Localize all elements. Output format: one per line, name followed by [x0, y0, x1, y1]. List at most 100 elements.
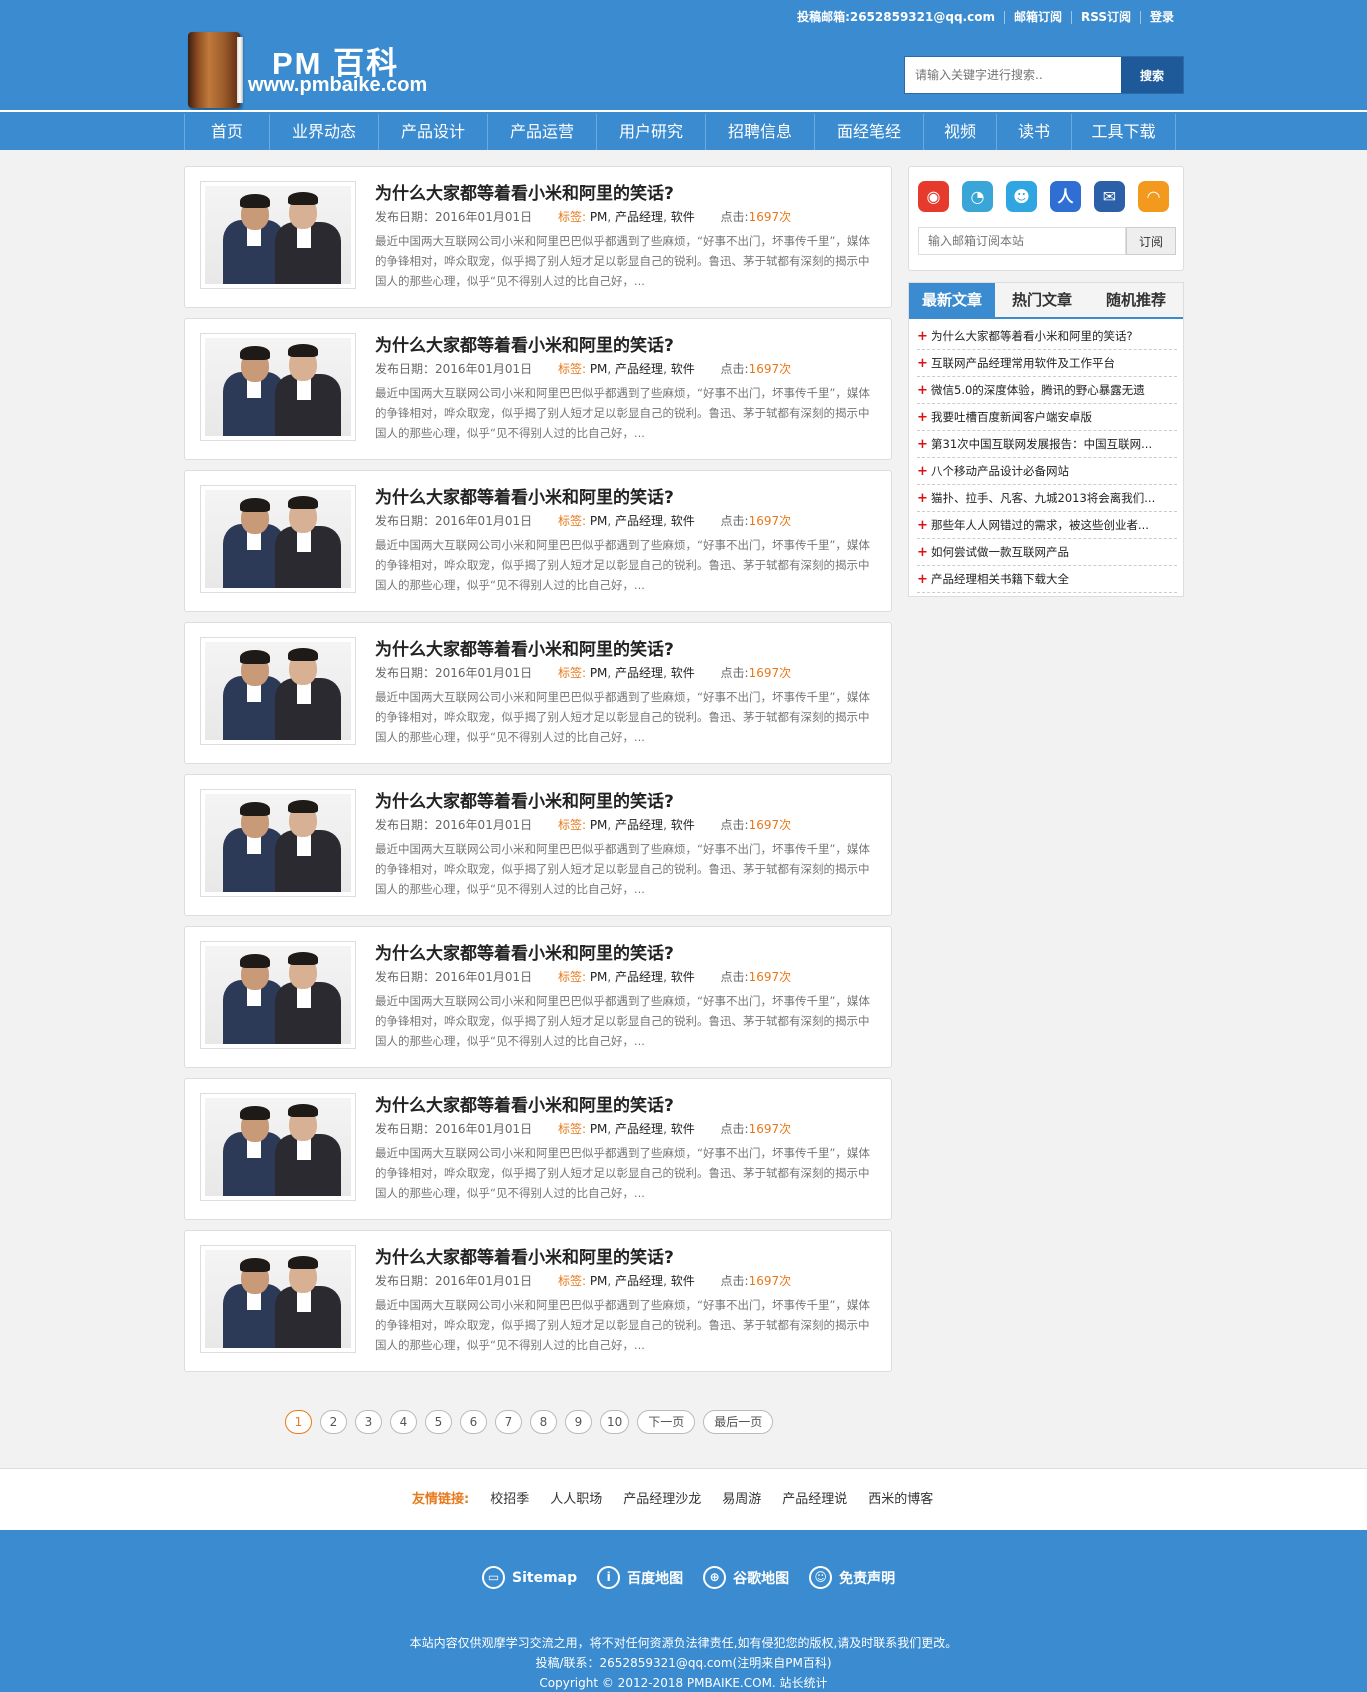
article-title[interactable]: 为什么大家都等着看小米和阿里的笑话? [375, 635, 674, 660]
article-tag[interactable]: 软件 [671, 1274, 695, 1288]
friend-link[interactable]: 校招季 [490, 1469, 529, 1531]
contribute-email-link[interactable]: 投稿邮箱:2652859321@qq.com [788, 11, 1005, 24]
article-tag[interactable]: PM [590, 1274, 608, 1288]
article-tag[interactable]: PM [590, 970, 608, 984]
renren-icon[interactable]: 人 [1050, 181, 1081, 212]
article-tag[interactable]: 软件 [671, 514, 695, 528]
email-icon[interactable]: ✉ [1094, 181, 1125, 212]
tab-random[interactable]: 随机推荐 [1089, 283, 1183, 317]
search-button[interactable]: 搜索 [1121, 57, 1183, 93]
tencent-weibo-icon[interactable]: ◔ [962, 181, 993, 212]
friend-link[interactable]: 产品经理沙龙 [623, 1469, 701, 1531]
article-tag[interactable]: 产品经理 [615, 210, 663, 224]
nav-item-interview[interactable]: 面经笔经 [814, 114, 923, 150]
article-title[interactable]: 为什么大家都等着看小米和阿里的笑话? [375, 939, 674, 964]
article-title[interactable]: 为什么大家都等着看小米和阿里的笑话? [375, 1091, 674, 1116]
footer-disclaimer-link[interactable]: ☺ 免责声明 [809, 1566, 895, 1589]
article-thumbnail[interactable] [200, 485, 356, 593]
nav-item-video[interactable]: 视频 [923, 114, 996, 150]
footer-google-map-link[interactable]: ⊕ 谷歌地图 [703, 1566, 789, 1589]
article-tag[interactable]: PM [590, 362, 608, 376]
article-thumbnail[interactable] [200, 1245, 356, 1353]
article-tag[interactable]: PM [590, 1122, 608, 1136]
nav-item-user-research[interactable]: 用户研究 [596, 114, 705, 150]
page-5-button[interactable]: 5 [425, 1410, 452, 1434]
footer-sitemap-link[interactable]: ▭ Sitemap [482, 1566, 577, 1589]
article-title[interactable]: 为什么大家都等着看小米和阿里的笑话? [375, 787, 674, 812]
nav-item-industry-news[interactable]: 业界动态 [269, 114, 378, 150]
site-logo[interactable]: PM 百科 www.pmbaike.com [188, 30, 448, 110]
page-3-button[interactable]: 3 [355, 1410, 382, 1434]
article-thumbnail[interactable] [200, 789, 356, 897]
article-title[interactable]: 为什么大家都等着看小米和阿里的笑话? [375, 331, 674, 356]
article-tag[interactable]: 软件 [671, 210, 695, 224]
nav-item-tools[interactable]: 工具下载 [1071, 114, 1176, 150]
article-tag[interactable]: 软件 [671, 362, 695, 376]
qq-icon[interactable]: ☻ [1006, 181, 1037, 212]
article-thumbnail[interactable] [200, 181, 356, 289]
friend-link[interactable]: 西米的博客 [868, 1469, 933, 1531]
page-1-button[interactable]: 1 [285, 1410, 312, 1434]
list-item[interactable]: 微信5.0的深度体验，腾讯的野心暴露无遗 [917, 377, 1177, 404]
article-tag[interactable]: 产品经理 [615, 1274, 663, 1288]
article-tag[interactable]: 软件 [671, 818, 695, 832]
page-4-button[interactable]: 4 [390, 1410, 417, 1434]
nav-item-home[interactable]: 首页 [184, 114, 269, 150]
list-item[interactable]: 第31次中国互联网发展报告：中国互联网... [917, 431, 1177, 458]
list-item[interactable]: 如何尝试做一款互联网产品 [917, 539, 1177, 566]
list-item[interactable]: 八个移动产品设计必备网站 [917, 458, 1177, 485]
list-item[interactable]: 猫扑、拉手、凡客、九城2013将会离我们... [917, 485, 1177, 512]
article-tag[interactable]: 产品经理 [615, 666, 663, 680]
nav-item-jobs[interactable]: 招聘信息 [705, 114, 814, 150]
rss-subscribe-link[interactable]: RSS订阅 [1072, 11, 1141, 24]
page-9-button[interactable]: 9 [565, 1410, 592, 1434]
article-tag[interactable]: 软件 [671, 970, 695, 984]
page-2-button[interactable]: 2 [320, 1410, 347, 1434]
article-tag[interactable]: 产品经理 [615, 1122, 663, 1136]
article-title[interactable]: 为什么大家都等着看小米和阿里的笑话? [375, 1243, 674, 1268]
article-tag[interactable]: 软件 [671, 1122, 695, 1136]
email-subscribe-link[interactable]: 邮箱订阅 [1005, 11, 1072, 24]
article-title[interactable]: 为什么大家都等着看小米和阿里的笑话? [375, 483, 674, 508]
subscribe-email-input[interactable] [918, 227, 1126, 255]
nav-item-books[interactable]: 读书 [996, 114, 1071, 150]
article-thumbnail[interactable] [200, 1093, 356, 1201]
article-tag[interactable]: 软件 [671, 666, 695, 680]
search-input[interactable] [905, 57, 1121, 93]
subscribe-button[interactable]: 订阅 [1126, 227, 1176, 255]
friend-link[interactable]: 人人职场 [550, 1469, 602, 1531]
list-item[interactable]: 产品经理相关书籍下载大全 [917, 566, 1177, 593]
list-item[interactable]: 那些年人人网错过的需求，被这些创业者... [917, 512, 1177, 539]
article-tag[interactable]: PM [590, 210, 608, 224]
footer-baidu-map-link[interactable]: i 百度地图 [597, 1566, 683, 1589]
list-item[interactable]: 互联网产品经理常用软件及工作平台 [917, 350, 1177, 377]
article-tag[interactable]: 产品经理 [615, 362, 663, 376]
nav-item-product-operation[interactable]: 产品运营 [487, 114, 596, 150]
login-link[interactable]: 登录 [1141, 11, 1174, 24]
last-page-button[interactable]: 最后一页 [703, 1410, 774, 1434]
tab-popular[interactable]: 热门文章 [995, 283, 1089, 317]
page-8-button[interactable]: 8 [530, 1410, 557, 1434]
list-item[interactable]: 我要吐槽百度新闻客户端安卓版 [917, 404, 1177, 431]
page-6-button[interactable]: 6 [460, 1410, 487, 1434]
article-thumbnail[interactable] [200, 637, 356, 745]
tab-latest[interactable]: 最新文章 [909, 283, 995, 317]
friend-link[interactable]: 产品经理说 [782, 1469, 847, 1531]
article-thumbnail[interactable] [200, 941, 356, 1049]
article-title[interactable]: 为什么大家都等着看小米和阿里的笑话? [375, 179, 674, 204]
list-item[interactable]: 为什么大家都等着看小米和阿里的笑话? [917, 323, 1177, 350]
article-thumbnail[interactable] [200, 333, 356, 441]
article-tag[interactable]: PM [590, 514, 608, 528]
weibo-icon[interactable]: ◉ [918, 181, 949, 212]
friend-link[interactable]: 易周游 [722, 1469, 761, 1531]
article-tag[interactable]: 产品经理 [615, 818, 663, 832]
article-tag[interactable]: 产品经理 [615, 970, 663, 984]
nav-item-product-design[interactable]: 产品设计 [378, 114, 487, 150]
article-tag[interactable]: PM [590, 818, 608, 832]
next-page-button[interactable]: 下一页 [637, 1410, 696, 1434]
article-tag[interactable]: 产品经理 [615, 514, 663, 528]
article-tag[interactable]: PM [590, 666, 608, 680]
page-10-button[interactable]: 10 [600, 1410, 630, 1434]
page-7-button[interactable]: 7 [495, 1410, 522, 1434]
rss-icon[interactable]: ◠ [1138, 181, 1169, 212]
